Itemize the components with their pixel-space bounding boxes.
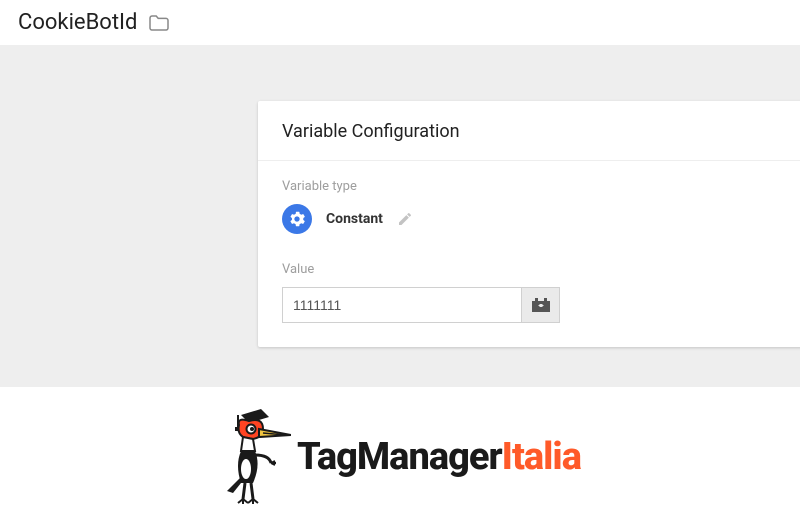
folder-icon[interactable] — [149, 15, 169, 31]
value-input[interactable] — [282, 287, 522, 323]
gear-icon — [282, 204, 312, 234]
card-body: Variable type Constant Value — [258, 161, 800, 347]
variable-config-card: Variable Configuration Variable type Con… — [258, 101, 800, 347]
variable-type-name: Constant — [326, 211, 383, 227]
logo-text: TagManagerItalia — [297, 435, 581, 479]
value-row — [282, 287, 794, 323]
pencil-icon[interactable] — [397, 211, 413, 227]
variable-name-title[interactable]: CookieBotId — [18, 10, 137, 35]
value-label: Value — [282, 262, 794, 277]
logo-text-part2: Italia — [502, 435, 581, 479]
card-title: Variable Configuration — [258, 101, 800, 161]
variable-type-row[interactable]: Constant — [282, 204, 794, 234]
logo: TagManagerItalia — [0, 387, 800, 507]
config-area: Variable Configuration Variable type Con… — [0, 45, 800, 387]
page-header: CookieBotId — [0, 0, 800, 45]
variable-type-label: Variable type — [282, 179, 794, 194]
woodpecker-icon — [219, 407, 291, 507]
value-variable-picker-button[interactable] — [522, 287, 560, 323]
logo-text-part1: TagManager — [297, 435, 502, 479]
